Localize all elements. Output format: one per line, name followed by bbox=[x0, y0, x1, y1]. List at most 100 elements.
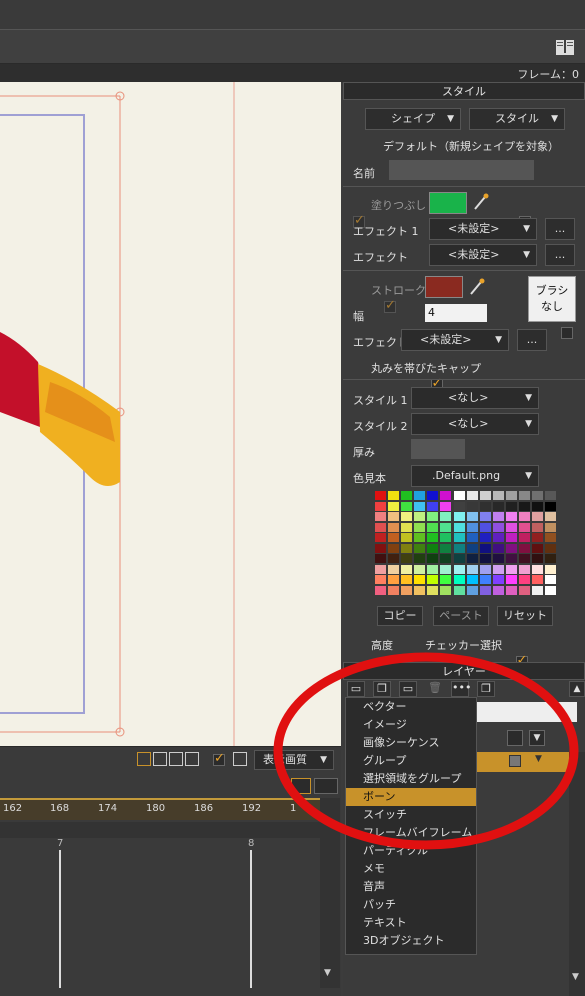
palette-swatch[interactable] bbox=[388, 491, 400, 500]
copy-button[interactable]: コピー bbox=[377, 606, 423, 626]
menu-item-3d-object[interactable]: 3Dオブジェクト bbox=[346, 932, 476, 950]
palette-swatch[interactable] bbox=[453, 585, 465, 595]
menu-item-text[interactable]: テキスト bbox=[346, 914, 476, 932]
palette-swatch[interactable] bbox=[401, 491, 413, 500]
palette-swatch[interactable] bbox=[440, 564, 452, 574]
effect2-dropdown[interactable]: <未設定> ▼ bbox=[429, 244, 537, 266]
palette-swatch[interactable] bbox=[545, 512, 557, 521]
palette-swatch[interactable] bbox=[453, 522, 465, 532]
effect2-more-button[interactable]: ... bbox=[545, 244, 575, 266]
stroke-checkbox[interactable] bbox=[384, 298, 396, 313]
palette-swatch[interactable] bbox=[545, 491, 557, 500]
palette-swatch[interactable] bbox=[453, 564, 465, 574]
palette-swatch[interactable] bbox=[492, 512, 504, 521]
palette-swatch[interactable] bbox=[545, 543, 557, 553]
palette-swatch[interactable] bbox=[427, 501, 439, 511]
palette-swatch[interactable] bbox=[375, 533, 386, 542]
palette-swatch[interactable] bbox=[505, 512, 517, 521]
palette-swatch[interactable] bbox=[453, 554, 465, 563]
palette-swatch[interactable] bbox=[401, 512, 413, 521]
view-quad-icon[interactable] bbox=[185, 752, 199, 766]
palette-swatch[interactable] bbox=[545, 554, 557, 563]
palette-swatch[interactable] bbox=[375, 491, 386, 500]
palette-swatch[interactable] bbox=[492, 491, 504, 500]
palette-swatch[interactable] bbox=[414, 522, 426, 532]
palette-swatch[interactable] bbox=[532, 522, 544, 532]
palette-swatch[interactable] bbox=[401, 564, 413, 574]
effect3-dropdown[interactable]: <未設定> ▼ bbox=[401, 329, 509, 351]
palette-swatch[interactable] bbox=[492, 585, 504, 595]
palette-swatch[interactable] bbox=[375, 575, 386, 584]
scroll-down-icon[interactable]: ▼ bbox=[572, 972, 579, 982]
palette-swatch[interactable] bbox=[401, 501, 413, 511]
palette-swatch[interactable] bbox=[519, 501, 531, 511]
palette-swatch[interactable] bbox=[440, 501, 452, 511]
palette-swatch[interactable] bbox=[466, 564, 478, 574]
style2-dropdown[interactable]: <なし> ▼ bbox=[411, 413, 539, 435]
palette-swatch[interactable] bbox=[519, 543, 531, 553]
width-input[interactable]: 4 bbox=[425, 304, 487, 322]
palette-swatch[interactable] bbox=[440, 585, 452, 595]
style-button[interactable]: スタイル ▼ bbox=[469, 108, 565, 130]
palette-swatch[interactable] bbox=[466, 543, 478, 553]
palette-swatch[interactable] bbox=[466, 585, 478, 595]
palette-swatch[interactable] bbox=[427, 533, 439, 542]
palette-swatch[interactable] bbox=[532, 491, 544, 500]
palette-swatch[interactable] bbox=[427, 522, 439, 532]
palette-swatch[interactable] bbox=[388, 501, 400, 511]
book-icon[interactable] bbox=[555, 38, 575, 56]
palette-swatch[interactable] bbox=[440, 512, 452, 521]
palette-swatch[interactable] bbox=[414, 491, 426, 500]
shape-button[interactable]: シェイプ ▼ bbox=[365, 108, 461, 130]
palette-swatch[interactable] bbox=[388, 533, 400, 542]
thickness-field[interactable] bbox=[411, 439, 465, 459]
palette-swatch[interactable] bbox=[505, 543, 517, 553]
palette-swatch[interactable] bbox=[427, 491, 439, 500]
view-single-icon[interactable] bbox=[137, 752, 151, 766]
palette-swatch[interactable] bbox=[479, 491, 491, 500]
effect1-dropdown[interactable]: <未設定> ▼ bbox=[429, 218, 537, 240]
stroke-color-swatch[interactable] bbox=[425, 276, 463, 298]
palette-swatch[interactable] bbox=[388, 554, 400, 563]
palette-swatch[interactable] bbox=[492, 564, 504, 574]
palette-swatch[interactable] bbox=[440, 575, 452, 584]
palette-swatch[interactable] bbox=[414, 564, 426, 574]
palette-swatch[interactable] bbox=[479, 564, 491, 574]
palette-swatch[interactable] bbox=[375, 512, 386, 521]
name-field[interactable] bbox=[389, 160, 534, 180]
bounds-icon[interactable] bbox=[233, 752, 247, 766]
palette-swatch[interactable] bbox=[388, 564, 400, 574]
palette-swatch[interactable] bbox=[375, 564, 386, 574]
palette-swatch[interactable] bbox=[453, 543, 465, 553]
palette-swatch[interactable] bbox=[453, 491, 465, 500]
effect3-more-button[interactable]: ... bbox=[517, 329, 547, 351]
palette-swatch[interactable] bbox=[519, 512, 531, 521]
menu-item-patch[interactable]: パッチ bbox=[346, 896, 476, 914]
palette-swatch[interactable] bbox=[505, 491, 517, 500]
palette-swatch[interactable] bbox=[414, 501, 426, 511]
palette-swatch[interactable] bbox=[414, 554, 426, 563]
palette-swatch[interactable] bbox=[440, 491, 452, 500]
palette-swatch[interactable] bbox=[427, 554, 439, 563]
palette-swatch[interactable] bbox=[375, 585, 386, 595]
menu-item-note[interactable]: メモ bbox=[346, 860, 476, 878]
palette-swatch[interactable] bbox=[519, 564, 531, 574]
palette-swatch[interactable] bbox=[453, 533, 465, 542]
reset-button[interactable]: リセット bbox=[497, 606, 553, 626]
palette-swatch[interactable] bbox=[401, 575, 413, 584]
palette-swatch[interactable] bbox=[545, 522, 557, 532]
palette-swatch[interactable] bbox=[545, 501, 557, 511]
palette-swatch[interactable] bbox=[505, 585, 517, 595]
scroll-down-icon[interactable]: ▼ bbox=[324, 968, 331, 978]
palette-swatch[interactable] bbox=[519, 575, 531, 584]
palette-swatch[interactable] bbox=[414, 585, 426, 595]
menu-item-audio[interactable]: 音声 bbox=[346, 878, 476, 896]
palette-swatch[interactable] bbox=[519, 533, 531, 542]
paste-button[interactable]: ペースト bbox=[433, 606, 489, 626]
eyedropper-icon[interactable] bbox=[473, 193, 489, 211]
palette-swatch[interactable] bbox=[388, 575, 400, 584]
eyedropper-icon[interactable] bbox=[469, 278, 485, 296]
palette-swatch[interactable] bbox=[545, 533, 557, 542]
palette-swatch[interactable] bbox=[453, 512, 465, 521]
palette-swatch[interactable] bbox=[414, 575, 426, 584]
